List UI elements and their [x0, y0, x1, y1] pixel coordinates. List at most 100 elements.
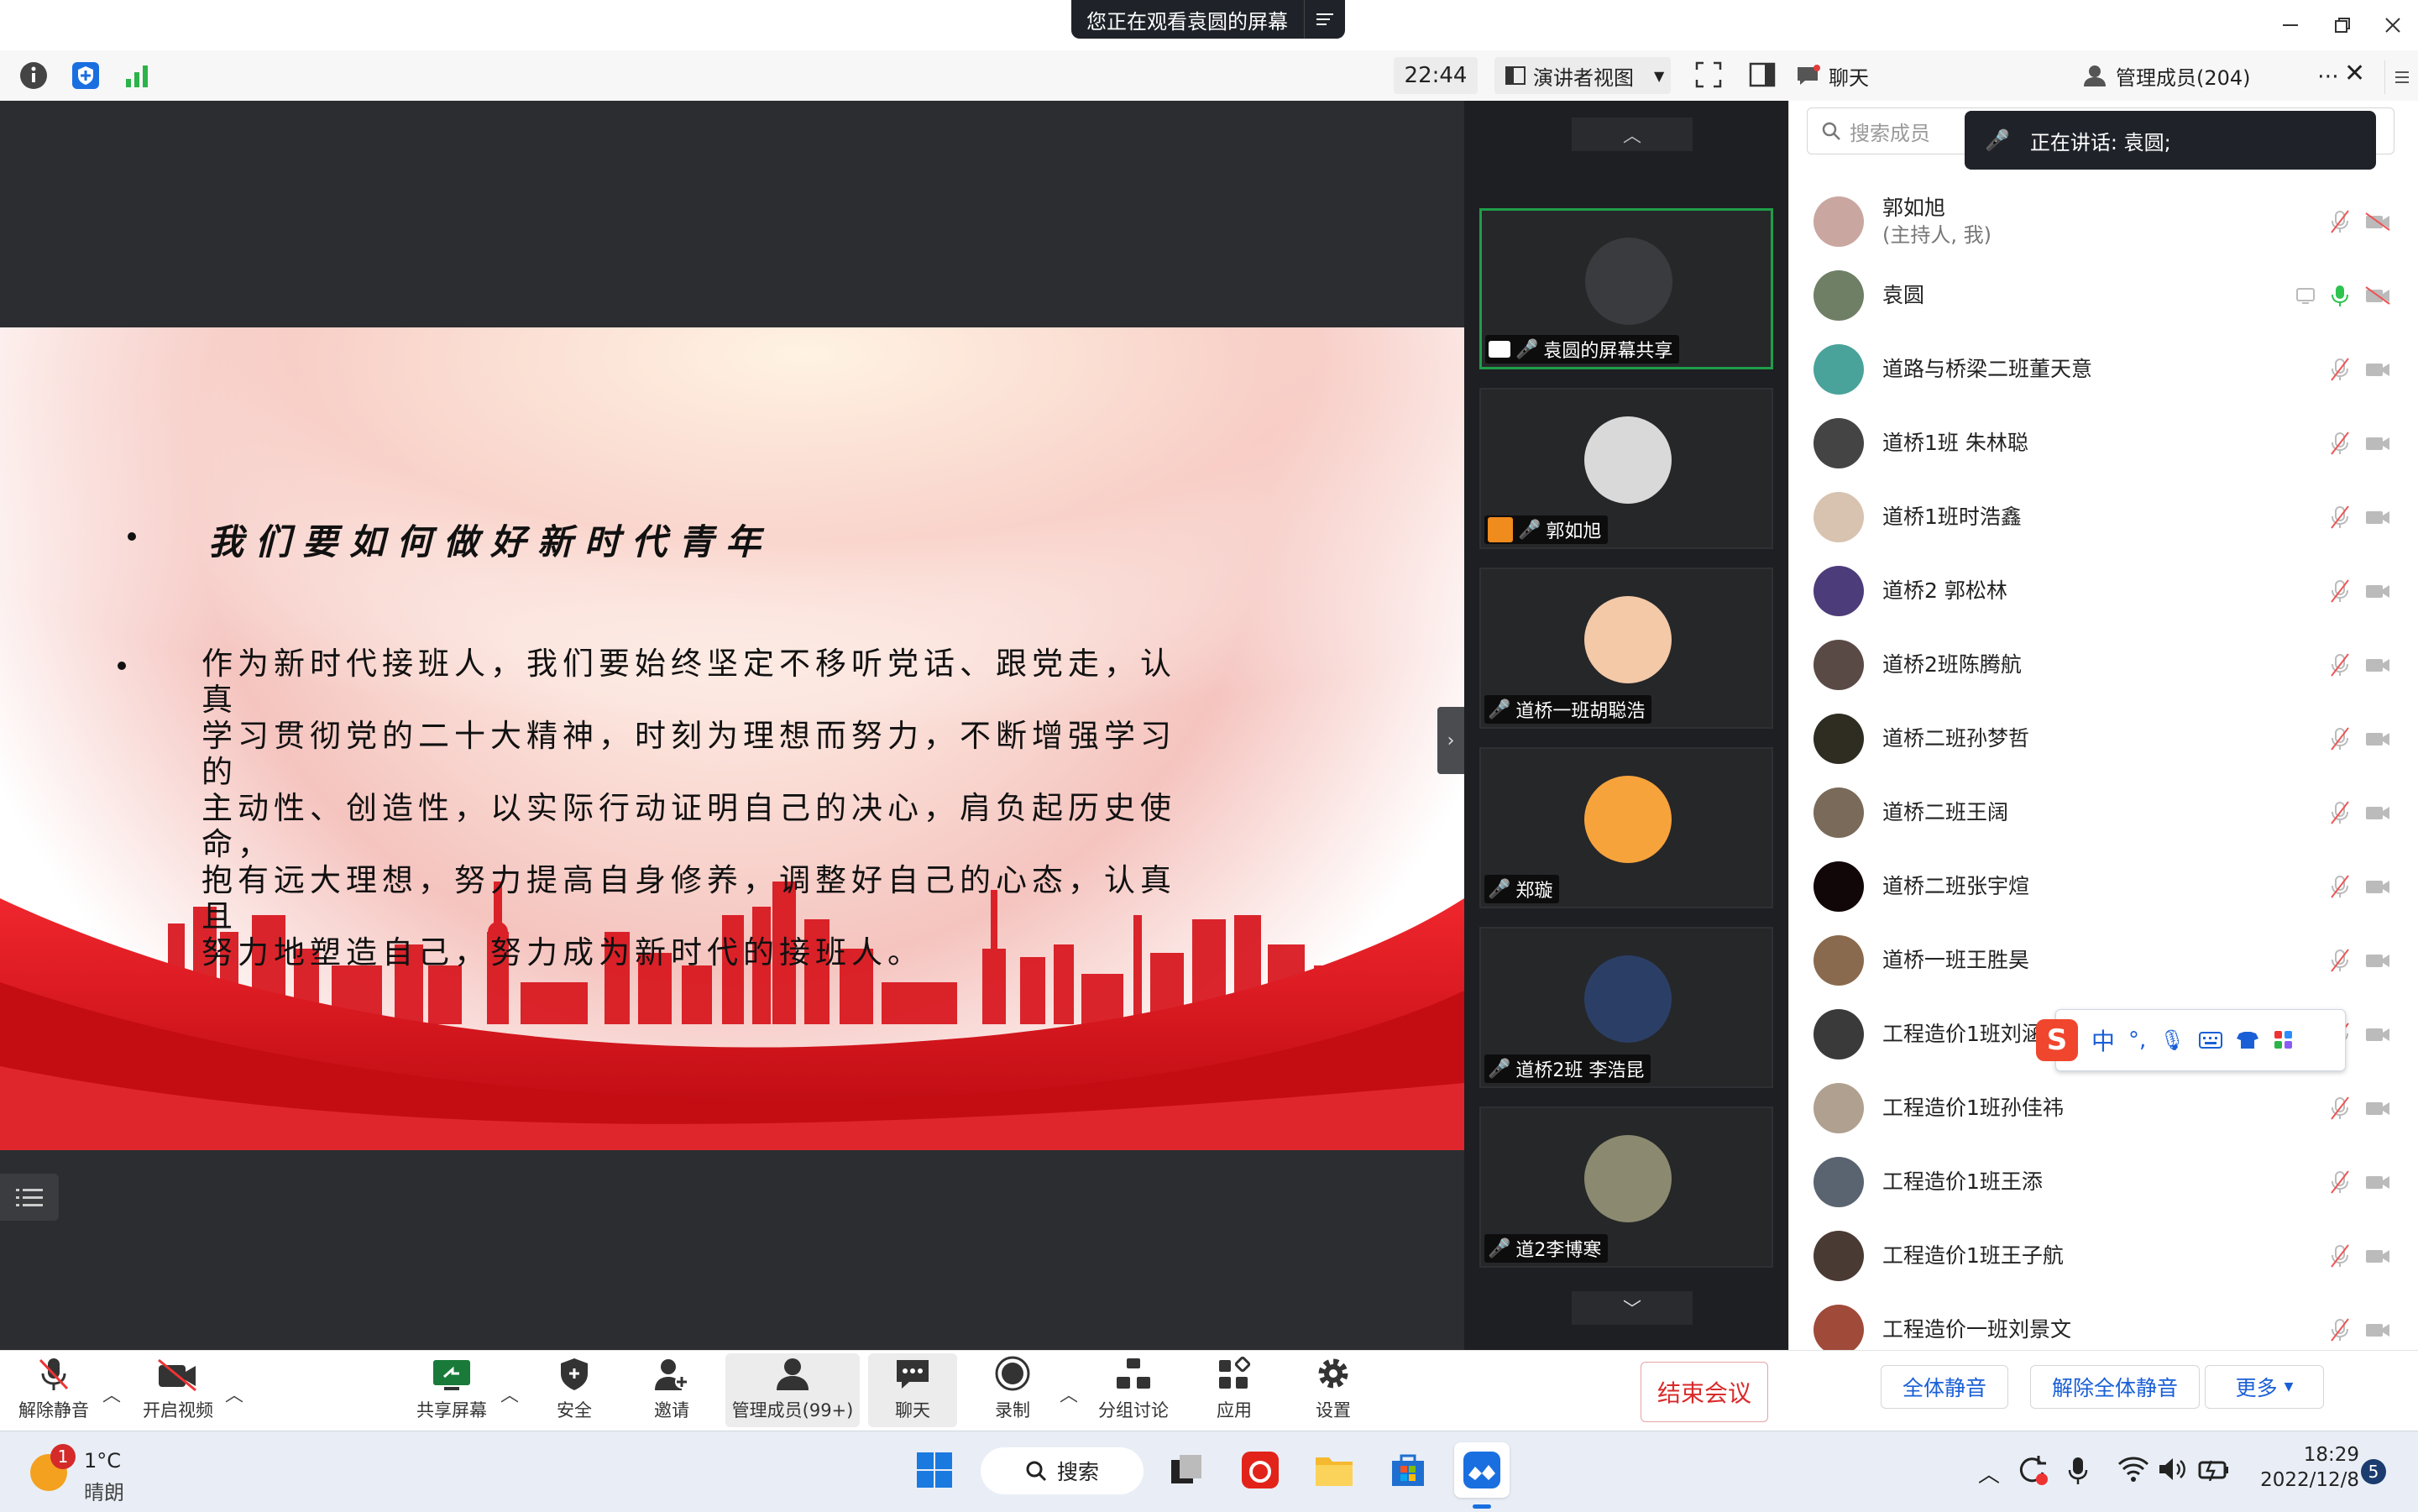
collapse-strip-button[interactable]: ›: [1437, 707, 1464, 774]
member-row[interactable]: 道桥一班王胜昊: [1814, 927, 2401, 994]
mic-muted-icon[interactable]: [2331, 1318, 2349, 1342]
camera-icon[interactable]: [2364, 950, 2391, 971]
member-row[interactable]: 郭如旭 (主持人, 我): [1814, 188, 2401, 255]
camera-icon[interactable]: [2364, 433, 2391, 453]
battery-icon[interactable]: [2198, 1457, 2230, 1481]
tencent-meeting-icon[interactable]: [1454, 1442, 1510, 1498]
camera-off-icon[interactable]: [2364, 285, 2391, 306]
member-row[interactable]: 工程造价1班孙佳祎: [1814, 1075, 2401, 1142]
video-tile[interactable]: 🎤 袁圆的屏幕共享: [1479, 208, 1773, 369]
security-button[interactable]: 安全: [532, 1353, 616, 1427]
mic-muted-icon[interactable]: [2331, 653, 2349, 677]
netease-music-icon[interactable]: [1233, 1442, 1288, 1498]
notification-badge[interactable]: 5: [2361, 1459, 2386, 1484]
minimize-icon[interactable]: [2274, 8, 2307, 42]
mic-muted-icon[interactable]: [2331, 949, 2349, 972]
member-row[interactable]: 道路与桥梁二班董天意: [1814, 336, 2401, 403]
mute-all-button[interactable]: 全体静音: [1881, 1365, 2008, 1409]
view-mode-dropdown[interactable]: 演讲者视图 ▼: [1494, 57, 1671, 94]
member-row[interactable]: 道桥2班陈腾航: [1814, 631, 2401, 698]
member-row[interactable]: 袁圆: [1814, 262, 2401, 329]
camera-icon[interactable]: [2364, 507, 2391, 527]
microphone-icon[interactable]: 🎙: [2159, 1028, 2185, 1052]
info-icon[interactable]: [18, 60, 49, 91]
apps-button[interactable]: 应用: [1192, 1353, 1276, 1427]
start-menu-icon[interactable]: [907, 1442, 962, 1498]
camera-off-icon[interactable]: [2364, 212, 2391, 232]
ime-mode[interactable]: 中: [2091, 1023, 2115, 1057]
unmute-all-button[interactable]: 解除全体静音: [2030, 1365, 2200, 1409]
camera-icon[interactable]: [2364, 1246, 2391, 1266]
member-row[interactable]: 道桥2 郭松林: [1814, 557, 2401, 625]
settings-button[interactable]: 设置: [1291, 1353, 1375, 1427]
camera-icon[interactable]: [2364, 876, 2391, 897]
member-row[interactable]: 工程造价1班王子航: [1814, 1222, 2401, 1290]
chat-button[interactable]: 聊天: [868, 1353, 957, 1427]
video-tile[interactable]: 🎤 道桥2班 李浩昆: [1479, 927, 1773, 1088]
camera-icon[interactable]: [2364, 1024, 2391, 1044]
video-options-caret[interactable]: ︿: [225, 1380, 243, 1407]
camera-icon[interactable]: [2364, 1320, 2391, 1340]
video-tile[interactable]: 🎤 道2李博寒: [1479, 1107, 1773, 1268]
scroll-up-button[interactable]: ︿: [1572, 118, 1693, 151]
restore-icon[interactable]: [2326, 8, 2359, 42]
mic-muted-icon[interactable]: [2331, 210, 2349, 233]
video-tile[interactable]: 🎤 郭如旭: [1479, 388, 1773, 549]
sidebar-toggle-icon[interactable]: [1748, 60, 1778, 91]
more-members-button[interactable]: 更多 ▼: [2205, 1365, 2324, 1409]
mic-muted-icon[interactable]: [2331, 727, 2349, 751]
video-tile[interactable]: 🎤 道桥一班胡聪浩: [1479, 568, 1773, 729]
record-button[interactable]: 录制: [971, 1353, 1055, 1427]
store-icon[interactable]: [1380, 1442, 1436, 1498]
list-menu-icon[interactable]: [0, 1174, 59, 1221]
wifi-icon[interactable]: [2117, 1456, 2149, 1483]
weather-widget[interactable]: 1 1°C 晴朗: [30, 1444, 131, 1504]
mic-muted-icon[interactable]: [2331, 1096, 2349, 1120]
skin-icon[interactable]: [2236, 1030, 2259, 1050]
screen-share-banner[interactable]: 您正在观看袁圆的屏幕: [1071, 0, 1345, 39]
audio-options-caret[interactable]: ︿: [102, 1380, 121, 1407]
keyboard-icon[interactable]: [2198, 1031, 2222, 1049]
close-window-icon[interactable]: [2376, 8, 2410, 42]
mic-muted-icon[interactable]: [2331, 358, 2349, 381]
banner-menu-icon[interactable]: [1304, 0, 1345, 39]
member-row[interactable]: 工程造价1班王添: [1814, 1148, 2401, 1216]
member-row[interactable]: 道桥1班 朱林聪: [1814, 410, 2401, 477]
task-view-icon[interactable]: [1159, 1442, 1214, 1498]
ime-toolbar[interactable]: S 中 °, 🎙: [2036, 1009, 2346, 1071]
mic-muted-icon[interactable]: [2331, 875, 2349, 898]
taskbar-clock[interactable]: 18:29 2022/12/8: [2258, 1442, 2359, 1493]
camera-icon[interactable]: [2364, 1172, 2391, 1192]
taskbar-search[interactable]: 搜索: [981, 1447, 1144, 1494]
member-row[interactable]: 道桥二班张宇煊: [1814, 853, 2401, 920]
mic-muted-icon[interactable]: [2331, 1244, 2349, 1268]
toolbox-icon[interactable]: [2273, 1029, 2295, 1051]
end-meeting-button[interactable]: 结束会议: [1641, 1362, 1768, 1422]
microphone-tray-icon[interactable]: [2067, 1456, 2089, 1486]
panel-menu-icon[interactable]: [2384, 60, 2418, 94]
unmute-button[interactable]: 解除静音: [12, 1353, 96, 1427]
signal-strength-icon[interactable]: [123, 60, 153, 91]
mic-muted-icon[interactable]: [2331, 432, 2349, 455]
camera-icon[interactable]: [2364, 1098, 2391, 1118]
more-options-icon[interactable]: ⋯: [2317, 64, 2339, 89]
shield-icon[interactable]: [71, 60, 101, 91]
tray-overflow-icon[interactable]: ︿: [1978, 1457, 2000, 1488]
start-video-button[interactable]: 开启视频: [136, 1353, 220, 1427]
close-panel-icon[interactable]: ✕: [2344, 59, 2365, 88]
tab-chat[interactable]: 聊天: [1795, 50, 1869, 101]
mic-muted-icon[interactable]: [2331, 801, 2349, 824]
camera-icon[interactable]: [2364, 359, 2391, 379]
member-row[interactable]: 道桥1班时浩鑫: [1814, 484, 2401, 551]
camera-icon[interactable]: [2364, 729, 2391, 749]
volume-icon[interactable]: [2158, 1456, 2188, 1483]
tab-members[interactable]: 管理成员(204): [2082, 50, 2251, 101]
invite-button[interactable]: 邀请: [630, 1353, 714, 1427]
share-screen-button[interactable]: 共享屏幕: [410, 1353, 494, 1427]
member-row[interactable]: 道桥二班王阔: [1814, 779, 2401, 846]
sync-icon[interactable]: [2015, 1452, 2049, 1486]
scroll-down-button[interactable]: ﹀: [1572, 1291, 1693, 1325]
member-row[interactable]: 道桥二班孙梦哲: [1814, 705, 2401, 772]
fullscreen-icon[interactable]: [1694, 60, 1725, 91]
share-options-caret[interactable]: ︿: [500, 1380, 519, 1407]
